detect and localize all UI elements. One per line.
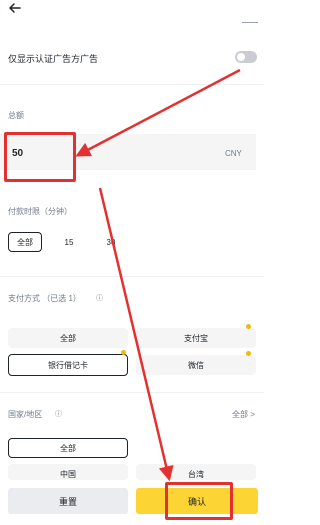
- arrow-to-amount: [75, 68, 241, 157]
- arrow-to-confirm: [98, 187, 174, 482]
- annotation-arrows: [75, 68, 241, 482]
